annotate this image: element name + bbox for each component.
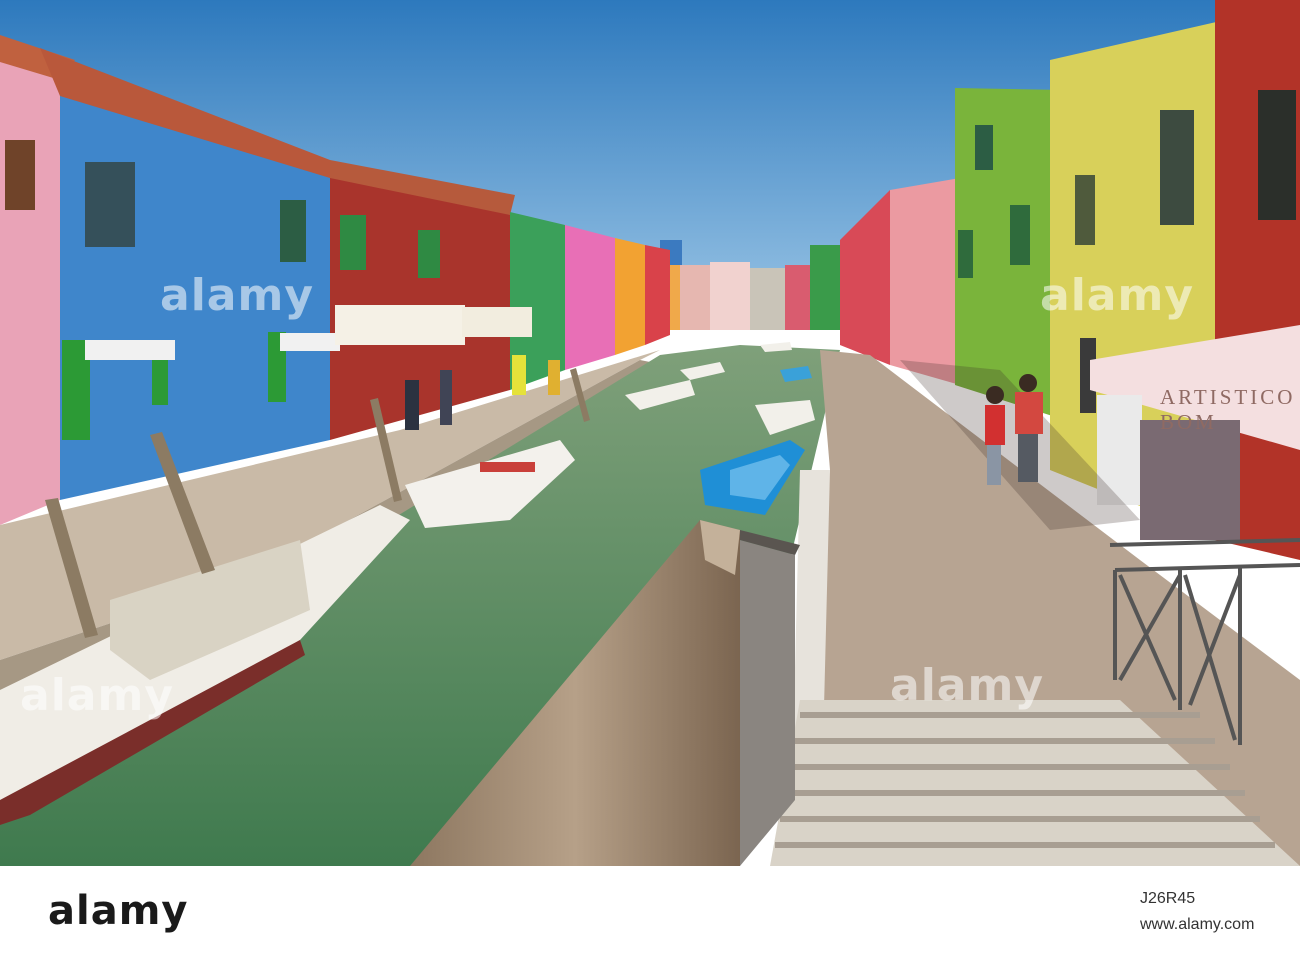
alamy-logo: alamy (48, 888, 189, 934)
canal-photo: alamy alamy alamy alamy ARTISTICO BOM (0, 0, 1300, 866)
canal-scene-illustration (0, 0, 1300, 866)
photo-frame: alamy alamy alamy alamy ARTISTICO BOM al… (0, 0, 1300, 956)
stock-footer: alamy J26R45 www.alamy.com (0, 866, 1300, 956)
shop-sign: ARTISTICO BOM (1160, 385, 1296, 434)
stock-site-url: www.alamy.com (1140, 916, 1255, 933)
stock-image-id: J26R45 (1140, 890, 1196, 907)
